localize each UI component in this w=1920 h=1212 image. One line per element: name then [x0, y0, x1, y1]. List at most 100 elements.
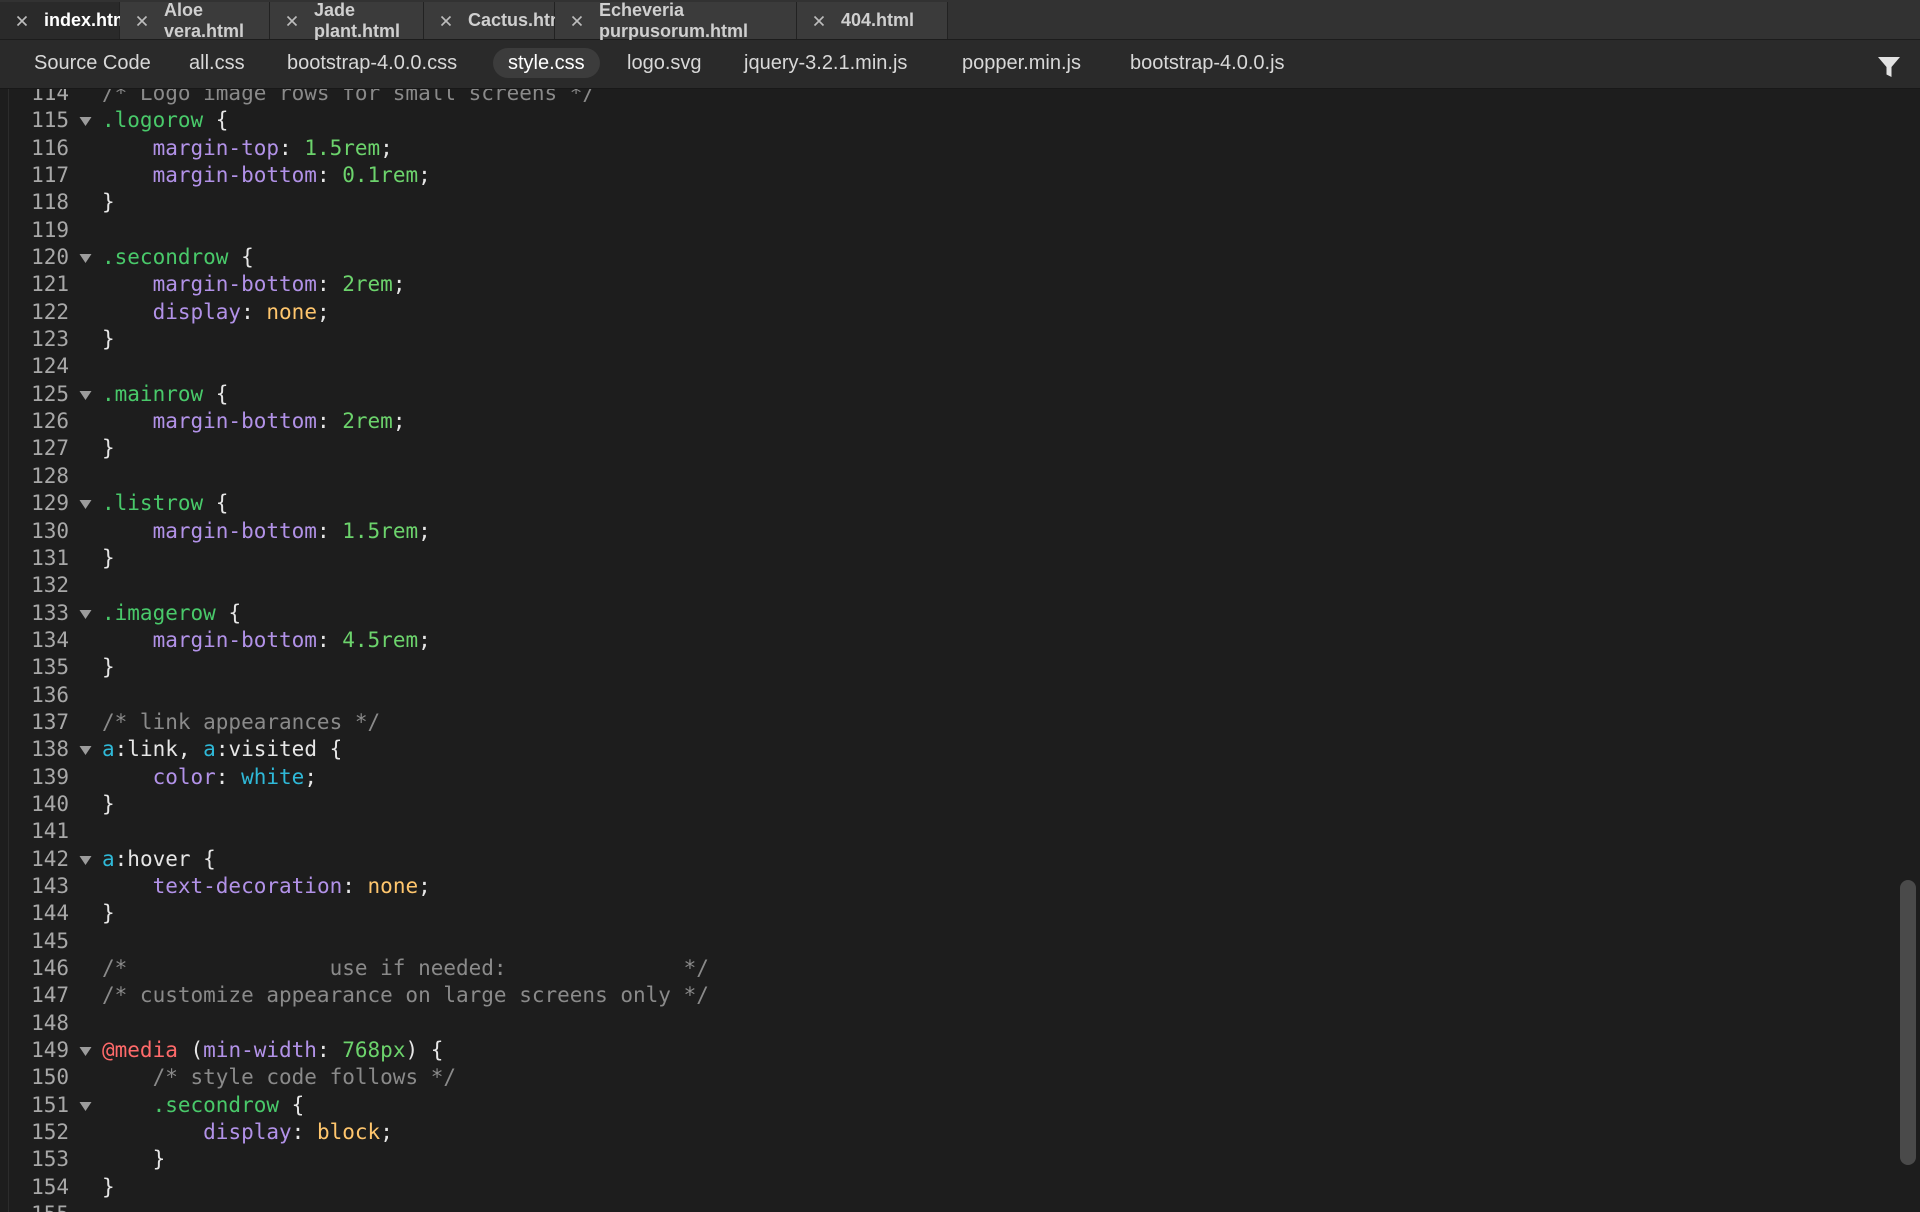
code-token: 2rem — [342, 272, 393, 297]
line-number: 146 — [31, 956, 69, 980]
fold-triangle-icon[interactable] — [79, 1046, 92, 1057]
line-number: 135 — [31, 655, 69, 680]
line-number: 149 — [31, 1038, 69, 1063]
tab-aloe-vera-html[interactable]: Aloe vera.html — [120, 0, 270, 41]
code-text: margin-bottom: 0.1rem; — [102, 162, 431, 189]
fold-triangle-icon[interactable] — [79, 253, 92, 264]
line-number: 115 — [31, 108, 69, 133]
tab-echeveria-purpusorum-html[interactable]: Echeveria purpusorum.html — [555, 0, 797, 41]
code-token: display — [152, 299, 242, 324]
line-number: 136 — [31, 682, 69, 707]
code-text: margin-bottom: 2rem; — [102, 271, 406, 298]
close-icon[interactable] — [14, 13, 30, 29]
code-line: 119 — [0, 217, 1880, 244]
code-text: @media (min-width: 768px) { — [102, 1037, 443, 1064]
vertical-scrollbar[interactable] — [1896, 89, 1918, 1212]
tab-404-html[interactable]: 404.html — [797, 2, 948, 39]
code-token: } — [102, 1147, 166, 1172]
line-number: 139 — [31, 764, 69, 789]
scrollbar-thumb[interactable] — [1900, 880, 1916, 1165]
code-token: : — [316, 409, 343, 434]
tab-label: Jade plant.html — [314, 0, 400, 41]
fold-triangle-icon[interactable] — [79, 499, 92, 510]
fold-triangle-icon[interactable] — [79, 855, 92, 866]
code-line: 120 .secondrow { — [0, 244, 1880, 271]
line-number: 124 — [31, 354, 69, 379]
fold-triangle-icon[interactable] — [79, 390, 92, 401]
close-icon[interactable] — [569, 13, 585, 29]
fold-triangle-icon[interactable] — [79, 609, 92, 620]
line-number: 121 — [31, 272, 69, 297]
code-token: :hover { — [114, 846, 216, 871]
tab-jade-plant-html[interactable]: Jade plant.html — [270, 0, 424, 41]
code-line: 139 color: white; — [0, 764, 1880, 791]
code-token: } — [102, 1174, 115, 1199]
close-icon[interactable] — [134, 13, 150, 29]
close-icon[interactable] — [284, 13, 300, 29]
funnel-icon[interactable] — [1876, 54, 1902, 80]
code-text: .secondrow { — [102, 244, 254, 271]
related-file-bootstrap-css[interactable]: bootstrap-4.0.0.css — [272, 48, 472, 78]
code-line: 132 — [0, 572, 1880, 599]
line-number: 152 — [31, 1120, 69, 1145]
code-token: ; — [418, 873, 431, 898]
line-number: 144 — [31, 901, 69, 926]
fold-triangle-icon[interactable] — [79, 1101, 92, 1112]
code-token: : — [316, 1038, 343, 1063]
code-editor[interactable]: 114 /* Logo image rows for small screens … — [0, 89, 1920, 1212]
close-icon[interactable] — [438, 13, 454, 29]
related-file-source-code[interactable]: Source Code — [19, 48, 166, 78]
code-text: } — [102, 654, 115, 681]
code-token: ; — [418, 163, 431, 188]
line-number: 133 — [31, 600, 69, 625]
code-token: ; — [392, 409, 406, 434]
code-text: display: block; — [102, 1119, 393, 1146]
code-text: /* use if needed: */ — [102, 955, 709, 982]
fold-triangle-icon[interactable] — [79, 116, 92, 127]
code-token: ; — [380, 135, 393, 160]
line-number: 143 — [31, 873, 69, 898]
code-token: /* customize appearance on large screens… — [102, 983, 709, 1008]
code-token: : — [316, 272, 343, 297]
line-number: 154 — [31, 1174, 69, 1199]
related-file-style-css[interactable]: style.css — [493, 48, 600, 78]
code-line: 133 .imagerow { — [0, 600, 1880, 627]
code-text: color: white; — [102, 764, 317, 791]
code-line: 115 .logorow { — [0, 107, 1880, 134]
code-line: 154} — [0, 1174, 1880, 1201]
related-file-popper-js[interactable]: popper.min.js — [947, 48, 1096, 78]
related-file-bootstrap-js[interactable]: bootstrap-4.0.0.js — [1115, 48, 1300, 78]
close-icon[interactable] — [811, 13, 827, 29]
code-line: 152 display: block; — [0, 1119, 1880, 1146]
code-text: } — [102, 435, 115, 462]
code-token: : — [215, 764, 242, 789]
fold-triangle-icon[interactable] — [79, 745, 92, 756]
related-file-logo-svg[interactable]: logo.svg — [612, 48, 717, 78]
related-file-jquery-js[interactable]: jquery-3.2.1.min.js — [729, 48, 922, 78]
code-line: 141 — [0, 818, 1880, 845]
code-token: none — [266, 299, 317, 324]
code-token: :link, — [114, 737, 204, 762]
line-number: 150 — [31, 1065, 69, 1090]
line-number: 122 — [31, 299, 69, 324]
code-token: { — [215, 600, 242, 625]
code-text: margin-bottom: 2rem; — [102, 408, 406, 435]
related-file-all-css[interactable]: all.css — [174, 48, 260, 78]
code-line: 136 — [0, 682, 1880, 709]
tab-cactus-html[interactable]: Cactus.html — [424, 2, 571, 39]
code-line: 137 /* link appearances */ — [0, 709, 1880, 736]
line-number: 130 — [31, 518, 69, 543]
code-token: ; — [418, 627, 431, 652]
line-number: 137 — [31, 709, 69, 734]
code-token: { — [203, 491, 229, 516]
tab-index-html[interactable]: index.html — [0, 2, 134, 39]
code-line: 130 margin-bottom: 1.5rem; — [0, 518, 1880, 545]
code-text: margin-top: 1.5rem; — [102, 135, 393, 162]
code-token: : — [291, 1120, 317, 1145]
code-text: .secondrow { — [102, 1092, 305, 1119]
line-number: 117 — [31, 163, 69, 188]
line-number: 116 — [31, 135, 69, 160]
code-token: ; — [316, 299, 330, 324]
